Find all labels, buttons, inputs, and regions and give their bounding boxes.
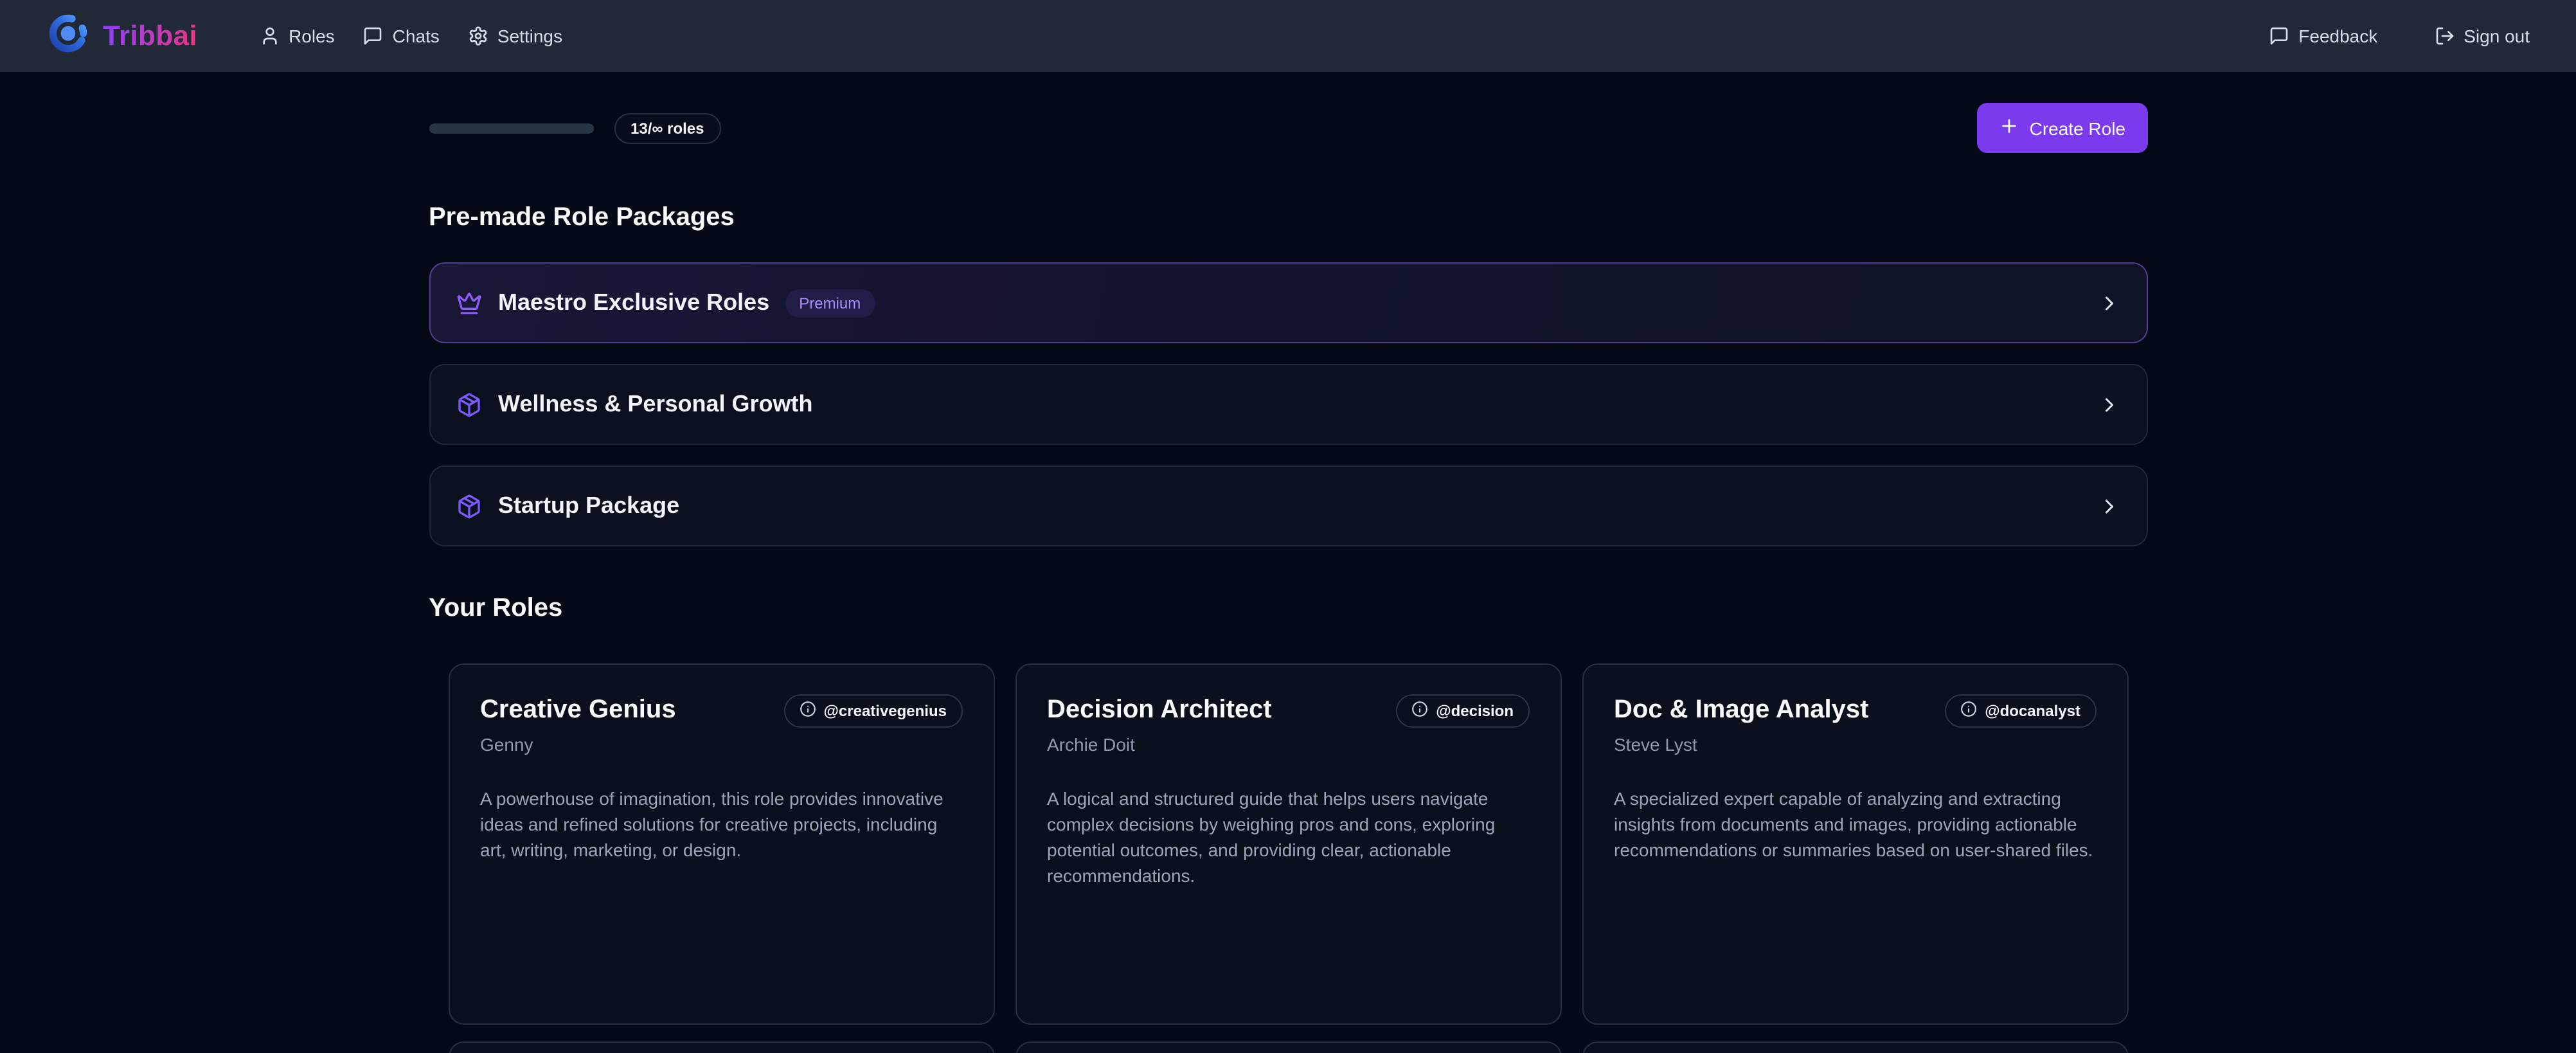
nav-item-label: Chats bbox=[393, 26, 440, 46]
plus-icon bbox=[1999, 116, 2019, 140]
info-icon bbox=[1960, 701, 1977, 721]
feedback-label: Feedback bbox=[2298, 26, 2377, 46]
create-role-label: Create Role bbox=[2030, 118, 2125, 138]
crown-icon bbox=[456, 290, 481, 316]
nav-item-roles[interactable]: Roles bbox=[259, 26, 335, 46]
roles-toolbar: 13/∞ roles Create Role bbox=[429, 103, 2147, 153]
package-icon bbox=[456, 493, 481, 519]
sign-out-button[interactable]: Sign out bbox=[2434, 26, 2530, 46]
role-card-partial[interactable] bbox=[448, 1041, 994, 1053]
info-icon bbox=[800, 701, 816, 721]
main-content: 13/∞ roles Create Role Pre-made Role Pac… bbox=[429, 103, 2147, 1053]
brand[interactable]: Tribbai bbox=[46, 11, 197, 61]
role-handle-badge[interactable]: @creativegenius bbox=[784, 694, 963, 728]
top-nav: Tribbai Roles Chats bbox=[0, 0, 2576, 72]
app-window: Tribbai Roles Chats bbox=[0, 0, 2576, 1053]
package-icon bbox=[456, 392, 481, 417]
user-icon bbox=[259, 26, 280, 46]
role-card-partial[interactable] bbox=[1582, 1041, 2128, 1053]
package-list: Maestro Exclusive Roles Premium bbox=[429, 262, 2147, 546]
tribbai-logo-icon bbox=[46, 11, 90, 61]
premium-badge: Premium bbox=[785, 289, 875, 317]
nav-item-chats[interactable]: Chats bbox=[363, 26, 440, 46]
role-description: A logical and structured guide that help… bbox=[1047, 786, 1529, 888]
role-handle: @decision bbox=[1436, 702, 1514, 720]
role-title: Doc & Image Analyst bbox=[1614, 693, 1868, 726]
package-name: Wellness & Personal Growth bbox=[498, 391, 812, 418]
role-handle-badge[interactable]: @decision bbox=[1396, 694, 1529, 728]
role-description: A specialized expert capable of analyzin… bbox=[1614, 786, 2096, 863]
chevron-right-icon[interactable] bbox=[2097, 494, 2120, 518]
chevron-right-icon[interactable] bbox=[2097, 393, 2120, 416]
gear-icon bbox=[468, 26, 488, 46]
nav-left: Tribbai Roles Chats bbox=[46, 11, 562, 61]
feedback-button[interactable]: Feedback bbox=[2269, 26, 2377, 46]
brand-name: Tribbai bbox=[103, 19, 197, 53]
chat-bubble-icon bbox=[363, 26, 384, 46]
role-card-doc-image-analyst[interactable]: Doc & Image Analyst @docanalyst Steve Ly… bbox=[1582, 663, 2128, 1025]
roles-count-badge: 13/∞ roles bbox=[614, 113, 721, 143]
roles-grid: Creative Genius @creativegenius Genny A … bbox=[429, 663, 2147, 1025]
package-row-maestro[interactable]: Maestro Exclusive Roles Premium bbox=[429, 262, 2147, 343]
info-icon bbox=[1411, 701, 1428, 721]
role-persona: Steve Lyst bbox=[1614, 732, 2096, 757]
role-card-creative-genius[interactable]: Creative Genius @creativegenius Genny A … bbox=[448, 663, 994, 1025]
nav-item-settings[interactable]: Settings bbox=[468, 26, 562, 46]
nav-right: Feedback Sign out bbox=[2269, 26, 2530, 46]
package-name: Maestro Exclusive Roles bbox=[498, 289, 769, 316]
role-title: Decision Architect bbox=[1047, 693, 1272, 726]
role-title: Creative Genius bbox=[480, 693, 676, 726]
role-handle: @docanalyst bbox=[1985, 702, 2080, 720]
packages-section-title: Pre-made Role Packages bbox=[429, 202, 2147, 234]
role-card-partial[interactable] bbox=[1015, 1041, 1561, 1053]
roles-grid-row-2 bbox=[429, 1041, 2147, 1053]
role-card-decision-architect[interactable]: Decision Architect @decision Archie Doit… bbox=[1015, 663, 1561, 1025]
package-row-startup[interactable]: Startup Package bbox=[429, 465, 2147, 546]
chevron-right-icon[interactable] bbox=[2097, 291, 2120, 314]
create-role-button[interactable]: Create Role bbox=[1977, 103, 2147, 153]
feedback-bubble-icon bbox=[2269, 26, 2289, 46]
package-row-wellness[interactable]: Wellness & Personal Growth bbox=[429, 364, 2147, 445]
nav-item-label: Roles bbox=[289, 26, 335, 46]
role-description: A powerhouse of imagination, this role p… bbox=[480, 786, 962, 863]
role-persona: Archie Doit bbox=[1047, 732, 1529, 757]
role-handle-badge[interactable]: @docanalyst bbox=[1945, 694, 2096, 728]
role-handle: @creativegenius bbox=[824, 702, 947, 720]
roles-progress-bar bbox=[429, 123, 593, 133]
logout-icon bbox=[2434, 26, 2455, 46]
your-roles-section-title: Your Roles bbox=[429, 593, 2147, 625]
nav-item-label: Settings bbox=[497, 26, 562, 46]
sign-out-label: Sign out bbox=[2464, 26, 2530, 46]
role-persona: Genny bbox=[480, 732, 962, 757]
package-name: Startup Package bbox=[498, 492, 679, 519]
